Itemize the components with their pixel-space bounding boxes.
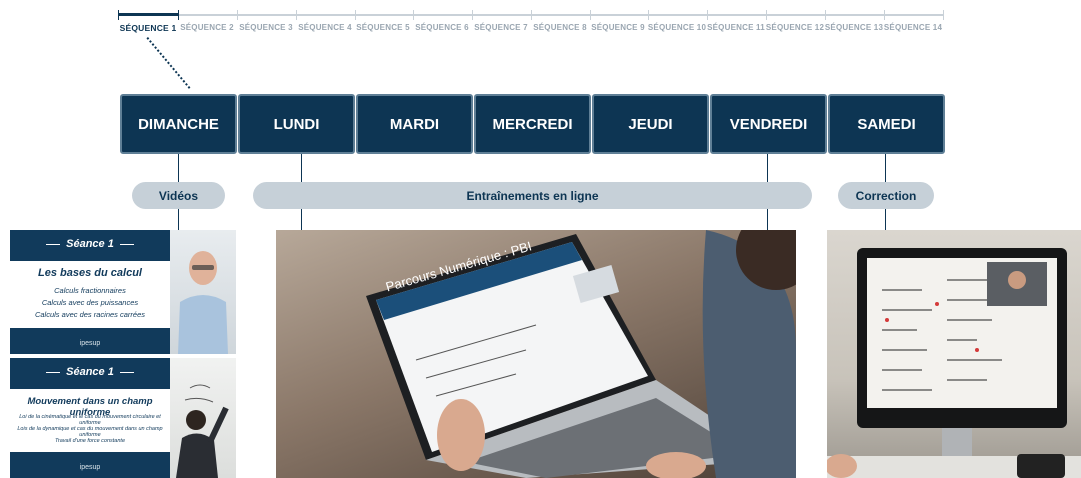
connector-line xyxy=(767,154,768,182)
sequence-active-indicator xyxy=(118,13,178,16)
video-thumbnail-2[interactable]: Séance 1 Mouvement dans un champ uniform… xyxy=(10,358,236,478)
sequence-tick xyxy=(943,10,944,20)
sequence-tick xyxy=(472,10,473,20)
teacher-whiteboard-image xyxy=(170,358,236,478)
sequence-tab-label: SÉQUENCE 11 xyxy=(707,23,765,32)
sequence-tick xyxy=(413,10,414,20)
sequence-tick xyxy=(590,10,591,20)
sequence-tab-label: SÉQUENCE 6 xyxy=(415,23,469,32)
connector-line xyxy=(885,209,886,230)
connector-line xyxy=(301,154,302,182)
sequence-tab-label: SÉQUENCE 7 xyxy=(474,23,528,32)
day-samedi[interactable]: SAMEDI xyxy=(828,94,945,154)
sequence-tab-label: SÉQUENCE 9 xyxy=(591,23,645,32)
connector-line xyxy=(885,154,886,182)
sequence-tick xyxy=(118,10,119,20)
teacher-image xyxy=(170,230,236,354)
sequence-tick xyxy=(766,10,767,20)
sequence-tab-label: SÉQUENCE 5 xyxy=(356,23,410,32)
sequence-tick xyxy=(355,10,356,20)
slide-line: Calculs avec des puissances xyxy=(41,298,139,307)
sequence-tick xyxy=(531,10,532,20)
sequence-tab-label: SÉQUENCE 3 xyxy=(239,23,293,32)
sequence-connector xyxy=(146,37,191,89)
correction-photo xyxy=(827,230,1081,478)
sequence-tick xyxy=(884,10,885,20)
connector-line xyxy=(301,209,302,230)
slide-line: Calculs avec des racines carrées xyxy=(34,310,146,319)
day-mardi[interactable]: MARDI xyxy=(356,94,473,154)
sequence-tick xyxy=(707,10,708,20)
sequence-tab-label: SÉQUENCE 4 xyxy=(298,23,352,32)
laptop-photo: Parcours Numérique : PBI xyxy=(276,230,796,478)
slide-line: Loi de la cinématique et le cas du mouve… xyxy=(19,414,161,426)
ipesup-logo: ipesup xyxy=(79,464,101,471)
day-lundi[interactable]: LUNDI xyxy=(238,94,355,154)
slide-line: Travail d'une force constante xyxy=(54,438,126,444)
sequence-tab-label: SÉQUENCE 1 xyxy=(119,23,177,33)
sequence-tab-label: SÉQUENCE 8 xyxy=(533,23,587,32)
sequence-tab-label: SÉQUENCE 2 xyxy=(180,23,234,32)
sequence-tab-label: SÉQUENCE 14 xyxy=(883,23,943,32)
ipesup-logo: ipesup xyxy=(79,340,101,347)
connector-line xyxy=(178,209,179,230)
connector-line xyxy=(178,154,179,182)
sequence-tick xyxy=(237,10,238,20)
slide-line: Lois de la dynamique et cas du mouvement… xyxy=(17,426,163,438)
phase-training: Entraînements en ligne xyxy=(253,182,812,209)
sequence-tick xyxy=(825,10,826,20)
slide-title: Les bases du calcul xyxy=(38,267,142,279)
slide-line: Calculs fractionnaires xyxy=(54,286,126,295)
sequence-tick xyxy=(648,10,649,20)
phase-videos: Vidéos xyxy=(132,182,225,209)
slide-header-title: Séance 1 xyxy=(10,366,170,378)
day-dimanche[interactable]: DIMANCHE xyxy=(120,94,237,154)
day-jeudi[interactable]: JEUDI xyxy=(592,94,709,154)
sequence-tick xyxy=(178,10,179,20)
phase-correction: Correction xyxy=(838,182,934,209)
video-thumbnail-1[interactable]: Séance 1 Les bases du calcul Calculs fra… xyxy=(10,230,236,354)
day-mercredi[interactable]: MERCREDI xyxy=(474,94,591,154)
sequence-tab-label: SÉQUENCE 10 xyxy=(647,23,707,32)
slide-header-title: Séance 1 xyxy=(10,238,170,250)
sequence-tab-label: SÉQUENCE 12 xyxy=(765,23,825,32)
day-vendredi[interactable]: VENDREDI xyxy=(710,94,827,154)
connector-line xyxy=(767,209,768,230)
sequence-tick xyxy=(296,10,297,20)
sequence-tab-label: SÉQUENCE 13 xyxy=(824,23,884,32)
